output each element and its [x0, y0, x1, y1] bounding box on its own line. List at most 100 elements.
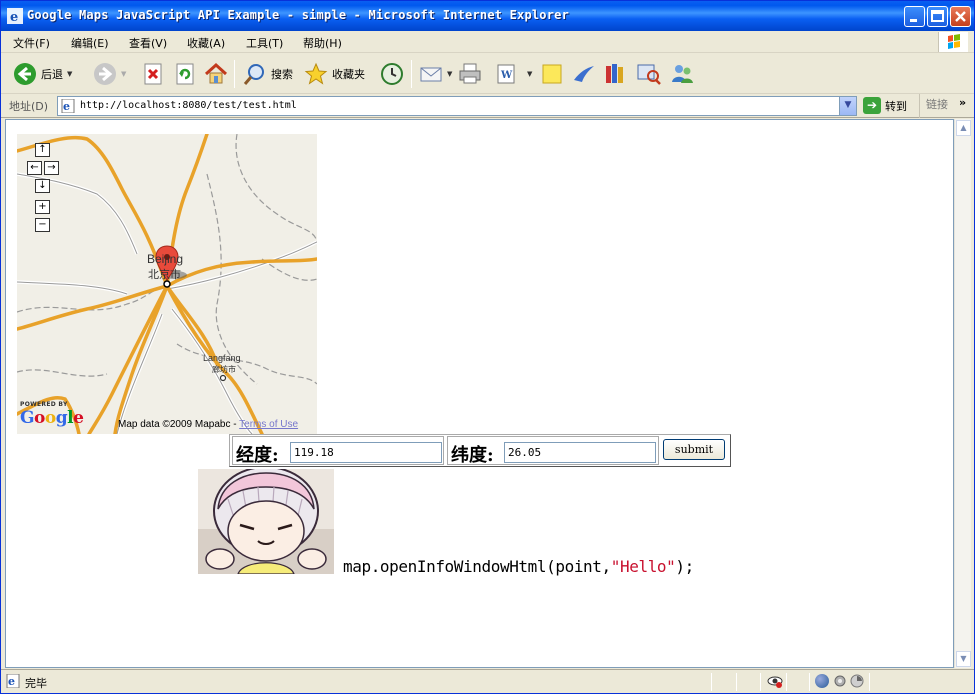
research-button[interactable]: [604, 61, 628, 87]
menu-view[interactable]: 查看(V): [129, 35, 167, 51]
latitude-label: 纬度:: [451, 445, 494, 466]
menu-file[interactable]: 文件(F): [13, 35, 50, 51]
status-bar: e 完毕: [1, 669, 974, 693]
history-button[interactable]: [380, 61, 404, 87]
ie-logo-icon: e: [7, 8, 23, 24]
search-computer-button[interactable]: [636, 61, 662, 87]
maximize-icon: [931, 10, 944, 22]
latitude-cell: 纬度:: [447, 436, 659, 466]
address-dropdown-icon[interactable]: ▼: [839, 97, 856, 115]
scroll-up-icon[interactable]: ▲: [956, 120, 971, 136]
close-icon: [955, 11, 966, 22]
svg-text:e: e: [63, 100, 70, 113]
toolbar: 后退 ▼ ▼ 搜索 收藏夹 ▼ W ▼: [1, 54, 974, 94]
forward-arrow-icon: [94, 63, 116, 85]
messenger-button[interactable]: [572, 61, 596, 87]
address-bar: 地址(D) e http://localhost:8080/test/test.…: [1, 94, 974, 118]
forward-dropdown-icon: ▼: [121, 70, 127, 78]
go-label: 转到: [885, 99, 907, 113]
go-arrow-icon: ➔: [863, 97, 881, 114]
pan-up-button[interactable]: ↑: [35, 143, 50, 157]
contacts-button[interactable]: [670, 61, 694, 87]
mail-button[interactable]: ▼: [419, 61, 452, 87]
star-icon: [304, 62, 328, 85]
menu-favorites[interactable]: 收藏(A): [187, 35, 225, 51]
menu-bar: 文件(F) 编辑(E) 查看(V) 收藏(A) 工具(T) 帮助(H): [1, 31, 974, 53]
svg-text:e: e: [10, 10, 18, 24]
longitude-label: 经度:: [236, 445, 279, 466]
map-city-label: Langfang: [203, 353, 241, 363]
map-city-label-cn: 北京市: [148, 269, 181, 281]
title-bar: e Google Maps JavaScript API Example - s…: [1, 1, 974, 31]
search-label: 搜索: [271, 68, 293, 81]
google-logo[interactable]: Google: [20, 408, 84, 428]
longitude-cell: 经度:: [232, 436, 444, 466]
close-button[interactable]: [950, 6, 971, 27]
submit-button[interactable]: submit: [663, 439, 725, 460]
windows-flag-icon: [938, 32, 968, 52]
stop-icon: [144, 63, 162, 85]
internet-zone-icon: [815, 674, 829, 688]
map-attribution-text: Map data ©2009 Mapabc -: [118, 419, 240, 430]
longitude-input[interactable]: [290, 442, 442, 463]
address-input[interactable]: e http://localhost:8080/test/test.html ▼: [57, 96, 857, 116]
favorites-button[interactable]: 收藏夹: [304, 61, 365, 87]
pan-down-button[interactable]: ↓: [35, 179, 50, 193]
back-label: 后退: [41, 68, 63, 81]
stop-button[interactable]: [142, 61, 164, 87]
refresh-icon: [176, 63, 194, 85]
code-snippet: map.openInfoWindowHtml(point,"Hello");: [343, 557, 694, 576]
menu-edit[interactable]: 编辑(E): [71, 35, 109, 51]
search-icon: [243, 64, 264, 85]
privacy-eye-icon[interactable]: [767, 674, 783, 688]
code-suffix: );: [675, 557, 694, 576]
history-icon: [381, 63, 403, 85]
home-button[interactable]: [204, 61, 228, 87]
pan-right-button[interactable]: →: [44, 161, 59, 175]
code-prefix: map.openInfoWindowHtml(point,: [343, 557, 611, 576]
back-dropdown-icon[interactable]: ▼: [67, 70, 72, 78]
mail-dropdown-icon[interactable]: ▼: [447, 70, 452, 78]
address-label: 地址(D): [9, 100, 49, 113]
progress-icon: [850, 674, 864, 688]
zoom-out-button[interactable]: −: [35, 218, 50, 232]
back-button[interactable]: 后退 ▼: [13, 61, 72, 87]
coordinate-form: 经度: 纬度: submit: [229, 434, 731, 467]
svg-text:e: e: [8, 675, 15, 688]
zoom-in-button[interactable]: +: [35, 200, 50, 214]
notes-button[interactable]: [540, 61, 564, 87]
forward-button[interactable]: ▼: [93, 61, 126, 87]
links-overflow-icon[interactable]: »: [959, 96, 966, 109]
edit-dropdown-icon[interactable]: ▼: [527, 70, 532, 78]
print-button[interactable]: [458, 61, 482, 87]
bird-icon: [574, 66, 594, 82]
edit-button[interactable]: W ▼: [495, 61, 532, 87]
vertical-scrollbar[interactable]: ▲ ▼: [954, 119, 971, 668]
map-city-label-cn: 廊坊市: [212, 365, 236, 374]
minimize-icon: [910, 19, 917, 22]
word-icon: W: [497, 64, 515, 84]
page-content: Beijing 北京市 Langfang 廊坊市 ↑ ← → ↓ + − POW…: [5, 119, 954, 668]
maximize-button[interactable]: [927, 6, 948, 27]
refresh-button[interactable]: [174, 61, 196, 87]
go-button[interactable]: ➔ 转到: [863, 97, 907, 114]
books-icon: [606, 64, 623, 83]
favorites-label: 收藏夹: [332, 68, 365, 81]
menu-tools[interactable]: 工具(T): [246, 35, 283, 51]
status-text: 完毕: [25, 677, 47, 690]
anime-character-image: [198, 469, 334, 574]
scroll-down-icon[interactable]: ▼: [956, 651, 971, 667]
page-icon: e: [61, 99, 75, 113]
map-attribution: Map data ©2009 Mapabc - Terms of Use: [118, 419, 298, 430]
links-button[interactable]: 链接: [919, 94, 948, 118]
pan-left-button[interactable]: ←: [27, 161, 42, 175]
latitude-input[interactable]: [504, 442, 656, 463]
home-icon: [204, 62, 228, 84]
menu-help[interactable]: 帮助(H): [303, 35, 342, 51]
google-map[interactable]: Beijing 北京市 Langfang 廊坊市 ↑ ← → ↓ + − POW…: [17, 134, 317, 434]
powered-by-label: POWERED BY: [20, 401, 68, 408]
ie-window: e Google Maps JavaScript API Example - s…: [0, 0, 975, 694]
terms-of-use-link[interactable]: Terms of Use: [239, 419, 298, 430]
minimize-button[interactable]: [904, 6, 925, 27]
search-button[interactable]: 搜索: [243, 61, 293, 87]
